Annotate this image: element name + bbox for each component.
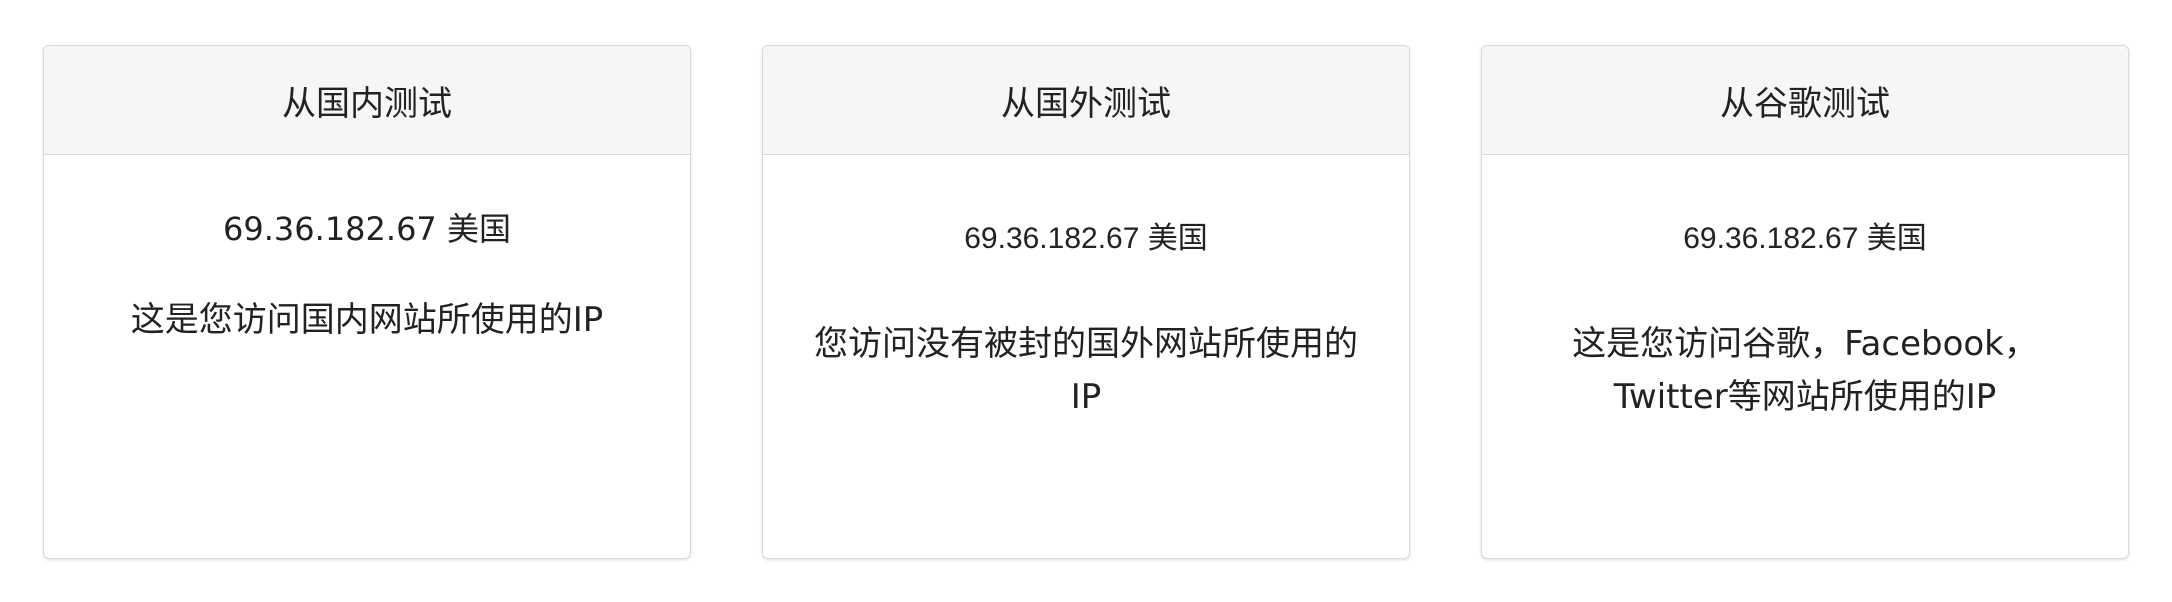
ip-description: 这是您访问谷歌，Facebook，Twitter等网站所使用的IP (1572, 324, 2038, 417)
card-title: 从国外测试 (1001, 83, 1171, 124)
card-body: 69.36.182.67 美国 您访问没有被封的国外网站所使用的IP (763, 221, 1409, 424)
card-header: 从国内测试 (44, 46, 690, 155)
card-title: 从国内测试 (282, 83, 452, 124)
google-test-card: 从谷歌测试 69.36.182.67 美国 这是您访问谷歌，Facebook，T… (1481, 45, 2129, 559)
ip-address: 69.36.182.67 美国 (223, 210, 511, 248)
card-title: 从谷歌测试 (1720, 83, 1890, 124)
ip-description: 这是您访问国内网站所使用的IP (130, 300, 604, 340)
foreign-test-card: 从国外测试 69.36.182.67 美国 您访问没有被封的国外网站所使用的IP (762, 45, 1410, 559)
ip-address: 69.36.182.67 美国 (964, 222, 1208, 255)
card-body: 69.36.182.67 美国 这是您访问谷歌，Facebook，Twitter… (1482, 221, 2128, 424)
card-body: 69.36.182.67 美国 这是您访问国内网站所使用的IP (44, 209, 690, 341)
ip-test-panels: 从国内测试 69.36.182.67 美国 这是您访问国内网站所使用的IP 从国… (0, 0, 2172, 602)
domestic-test-card: 从国内测试 69.36.182.67 美国 这是您访问国内网站所使用的IP (43, 45, 691, 559)
ip-description: 您访问没有被封的国外网站所使用的IP (814, 324, 1358, 417)
ip-address: 69.36.182.67 美国 (1683, 222, 1927, 255)
card-header: 从谷歌测试 (1482, 46, 2128, 155)
card-header: 从国外测试 (763, 46, 1409, 155)
